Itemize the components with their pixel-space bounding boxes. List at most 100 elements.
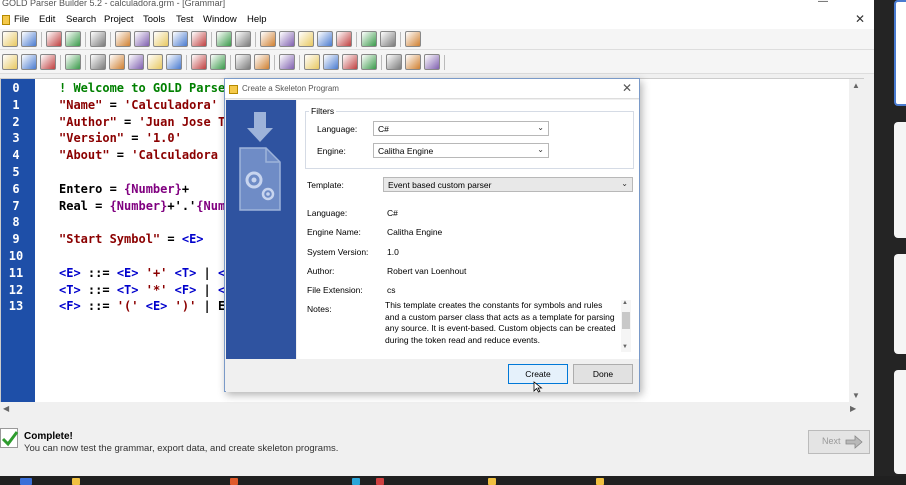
text-icon[interactable] (128, 54, 144, 70)
menu-test[interactable]: Test (176, 14, 193, 25)
test-tree-icon[interactable] (405, 54, 421, 70)
engine-select[interactable]: Calitha Engine ⌄ (373, 143, 549, 158)
code-line[interactable]: "Start Symbol" = <E> (59, 232, 204, 246)
help-icon[interactable] (380, 31, 396, 47)
cut-icon[interactable] (90, 31, 106, 47)
menu-window[interactable]: Window (203, 14, 237, 25)
start-icon[interactable] (20, 478, 32, 485)
browser-icon[interactable] (352, 478, 360, 485)
minimize-button[interactable]: — (818, 0, 828, 7)
menu-file[interactable]: File (14, 14, 29, 25)
gold-parser-task-icon[interactable] (488, 478, 496, 485)
side-window-thumbnail[interactable] (894, 254, 906, 354)
side-panel (874, 0, 906, 476)
menu-help[interactable]: Help (247, 14, 267, 25)
paste-icon[interactable] (134, 31, 150, 47)
scroll-down-icon[interactable]: ▼ (622, 344, 628, 350)
notes-scroll-thumb[interactable] (622, 312, 630, 329)
toolbar-separator (400, 32, 401, 47)
new-icon[interactable] (2, 31, 18, 47)
clear-icon[interactable] (65, 54, 81, 70)
check-icon[interactable] (210, 54, 226, 70)
open-icon[interactable] (21, 31, 37, 47)
set-icon[interactable] (147, 54, 163, 70)
code-line[interactable]: <T> ::= <T> '*' <F> | <T (59, 283, 232, 297)
side-window-thumbnail[interactable] (894, 0, 906, 106)
redo-icon[interactable] (191, 31, 207, 47)
uncomment-icon[interactable] (298, 31, 314, 47)
done-button[interactable]: Done (573, 364, 633, 384)
find-icon[interactable] (317, 31, 333, 47)
code-line[interactable]: "About" = 'Calculadora q (59, 148, 232, 162)
save-tables-icon[interactable] (279, 54, 295, 70)
browser-icon[interactable] (376, 478, 384, 485)
code-line[interactable]: <E> ::= <E> '+' <T> | <E (59, 266, 232, 280)
scroll-up-icon[interactable]: ▲ (622, 300, 628, 306)
code-line[interactable]: "Name" = 'Calculadora' (59, 98, 218, 112)
print-icon[interactable] (65, 31, 81, 47)
indent-left-icon[interactable] (216, 31, 232, 47)
find-next-icon[interactable] (336, 31, 352, 47)
vertical-scrollbar[interactable]: ▲ ▼ (849, 79, 864, 404)
notes-field[interactable]: This template creates the constants for … (385, 300, 631, 352)
save-icon[interactable] (46, 31, 62, 47)
horizontal-scrollbar[interactable]: ◀ ▶ (0, 402, 864, 416)
file-explorer-icon[interactable] (72, 478, 80, 485)
outdent-icon[interactable] (260, 31, 276, 47)
app-menu-icon[interactable] (2, 15, 10, 25)
scroll-up-icon[interactable]: ▲ (852, 81, 860, 90)
options-icon[interactable] (424, 54, 440, 70)
dfa-icon[interactable] (254, 54, 270, 70)
scroll-left-icon[interactable]: ◀ (3, 404, 9, 413)
code-line[interactable]: "Author" = 'Juan Jose Te (59, 115, 232, 129)
menu-search[interactable]: Search (66, 14, 96, 25)
gold-parser-task-icon[interactable] (596, 478, 604, 485)
notes-scrollbar[interactable]: ▲ ▼ (621, 300, 631, 352)
code-token: ::= (80, 265, 117, 280)
delete-icon[interactable] (153, 31, 169, 47)
enter-icon[interactable] (40, 54, 56, 70)
pause-icon[interactable] (342, 54, 358, 70)
side-window-thumbnail[interactable] (894, 122, 906, 238)
menu-project[interactable]: Project (104, 14, 134, 25)
step-forward-icon[interactable] (323, 54, 339, 70)
close-document-button[interactable]: ✕ (855, 12, 865, 26)
scroll-right-icon[interactable]: ▶ (850, 404, 856, 413)
stop-icon[interactable] (361, 54, 377, 70)
code-line[interactable]: ! Welcome to GOLD Parser (59, 81, 232, 95)
code-line[interactable]: Entero = {Number}+ (59, 182, 189, 196)
menu-edit[interactable]: Edit (39, 14, 55, 25)
code-token: = (124, 131, 146, 146)
language-select[interactable]: C# ⌄ (373, 121, 549, 136)
status-message: You can now test the grammar, export dat… (24, 443, 339, 454)
menu-tools[interactable]: Tools (143, 14, 165, 25)
test-icon[interactable] (386, 54, 402, 70)
dialog-close-button[interactable]: ✕ (622, 81, 632, 95)
table-icon[interactable] (90, 54, 106, 70)
tree-icon[interactable] (109, 54, 125, 70)
symbol-icon[interactable] (191, 54, 207, 70)
step-icon[interactable] (2, 54, 18, 70)
home-icon[interactable] (405, 31, 421, 47)
next-button[interactable]: Next (808, 430, 870, 454)
code-line[interactable]: "Version" = '1.0' (59, 131, 182, 145)
code-token: + (181, 181, 190, 196)
code-line[interactable]: Real = {Number}+'.'{Numb (59, 199, 232, 213)
export-icon[interactable] (21, 54, 37, 70)
template-select[interactable]: Event based custom parser ⌄ (383, 177, 633, 192)
replace-icon[interactable] (361, 31, 377, 47)
side-window-thumbnail[interactable] (894, 370, 906, 474)
play-icon[interactable] (304, 54, 320, 70)
code-token: | (196, 282, 218, 297)
prod-icon[interactable] (166, 54, 182, 70)
code-line[interactable]: <F> ::= '(' <E> ')' | En (59, 299, 232, 313)
copy-icon[interactable] (115, 31, 131, 47)
lalr-icon[interactable] (235, 54, 251, 70)
comment-icon[interactable] (279, 31, 295, 47)
app-icon[interactable] (230, 478, 238, 485)
chevron-down-icon: ⌄ (537, 145, 544, 154)
taskbar (0, 476, 906, 485)
indent-right-icon[interactable] (235, 31, 251, 47)
undo-icon[interactable] (172, 31, 188, 47)
scroll-down-icon[interactable]: ▼ (852, 391, 860, 400)
